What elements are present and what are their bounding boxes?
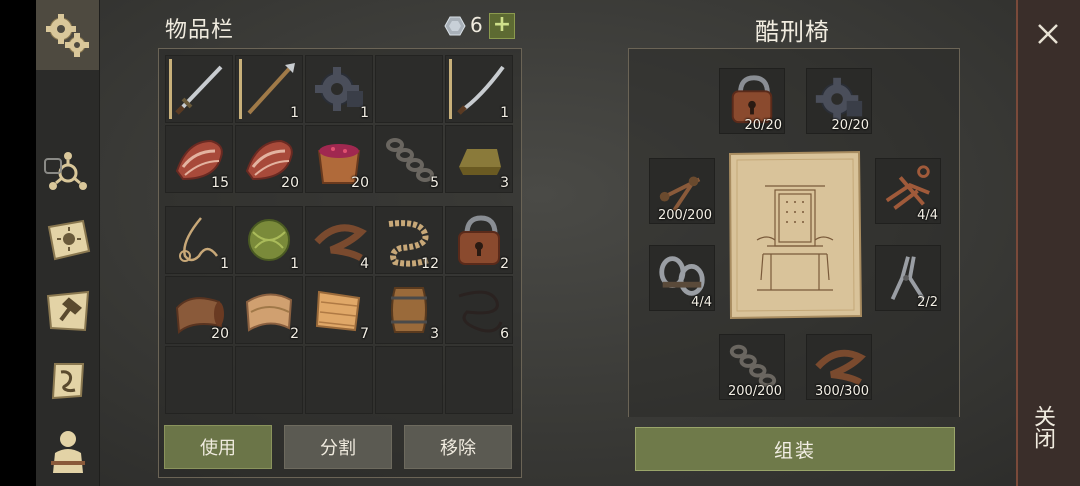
close-icon[interactable]: [1034, 20, 1062, 48]
recipe-ingredient-slot[interactable]: 200/200: [719, 334, 785, 400]
item-count: 4: [360, 256, 369, 272]
gears-icon[interactable]: [42, 8, 94, 60]
inventory-slot-empty[interactable]: [165, 346, 233, 414]
chain-icon: [386, 138, 434, 182]
ingredient-count: 200/200: [727, 384, 782, 399]
inventory-slot[interactable]: 15: [165, 125, 233, 193]
barrel-icon: [391, 287, 427, 333]
item-count: 2: [290, 326, 299, 342]
inventory-slot-empty[interactable]: [305, 346, 373, 414]
inventory-slot[interactable]: 1: [305, 55, 373, 123]
inventory-slot-empty[interactable]: [445, 346, 513, 414]
inventory-slot[interactable]: 1: [165, 206, 233, 274]
item-count: 5: [430, 175, 439, 191]
network-icon[interactable]: [42, 145, 94, 197]
inventory-slot[interactable]: 5: [375, 125, 443, 193]
ingredient-count: 2/2: [917, 295, 938, 310]
rope-coil-icon: [179, 217, 219, 262]
inventory-slot[interactable]: 3: [375, 276, 443, 344]
padlock-icon: [458, 215, 500, 265]
inventory-slot[interactable]: 2: [445, 206, 513, 274]
inventory-slot[interactable]: 20: [305, 125, 373, 193]
close-label[interactable]: 关闭: [1030, 405, 1058, 449]
fabric-icon: [315, 290, 361, 332]
item-count: 7: [360, 326, 369, 342]
recipe-ingredient-slot[interactable]: 20/20: [806, 68, 872, 134]
inventory-slot[interactable]: [165, 55, 233, 123]
crafting-map-icon[interactable]: [42, 285, 94, 337]
inventory-slot[interactable]: 1: [445, 55, 513, 123]
item-count: 1: [290, 105, 299, 121]
inventory-slot[interactable]: 2: [235, 276, 303, 344]
gem-currency-icon: [444, 16, 466, 36]
sun-book-icon[interactable]: [42, 214, 94, 266]
screen-edge: [0, 0, 36, 486]
inventory-slot[interactable]: 20: [235, 125, 303, 193]
ingredient-count: 20/20: [831, 118, 869, 133]
item-count: 6: [500, 326, 509, 342]
item-count: 20: [281, 175, 299, 191]
item-count: 12: [421, 256, 439, 272]
character-icon[interactable]: [42, 424, 94, 476]
thread-icon: [458, 290, 503, 333]
inventory-slot[interactable]: 20: [165, 276, 233, 344]
ingredient-count: 4/4: [917, 208, 938, 223]
item-count: 3: [430, 326, 439, 342]
spear-icon: [247, 63, 295, 115]
item-count: 1: [290, 256, 299, 272]
item-count: 1: [220, 256, 229, 272]
ingredient-count: 4/4: [691, 295, 712, 310]
item-count: 3: [500, 175, 509, 191]
sword-icon: [175, 65, 223, 115]
inventory-slot-empty[interactable]: [235, 346, 303, 414]
item-count: 15: [211, 175, 229, 191]
ingredient-count: 20/20: [744, 118, 782, 133]
recipe-ingredient-slot[interactable]: 200/200: [649, 158, 715, 224]
item-count: 20: [211, 326, 229, 342]
ingot-icon: [459, 149, 501, 175]
sidebar: [36, 0, 100, 486]
recipe-ingredient-slot[interactable]: 4/4: [875, 158, 941, 224]
inventory-grid-top: 1 1 1 15 20 20 5 3: [165, 55, 513, 193]
item-count: 1: [360, 105, 369, 121]
leather-strip-icon: [314, 224, 367, 262]
inventory-grid-bottom: 1 1 4 12 2 20 2 7 3 6: [165, 206, 513, 414]
inventory-slot[interactable]: 6: [445, 276, 513, 344]
split-button[interactable]: 分割: [284, 425, 392, 469]
gem-count: 6: [470, 13, 483, 37]
inventory-slot[interactable]: 3: [445, 125, 513, 193]
inventory-slot-empty[interactable]: [375, 55, 443, 123]
cloth-icon: [245, 293, 293, 332]
recipe-ingredient-slot[interactable]: 4/4: [649, 245, 715, 311]
recipe-ingredient-slot[interactable]: 20/20: [719, 68, 785, 134]
recipe-ingredient-slot[interactable]: 300/300: [806, 334, 872, 400]
recipe-title: 酷刑椅: [755, 18, 830, 46]
add-currency-button[interactable]: +: [489, 13, 515, 39]
quest-scroll-icon[interactable]: [42, 355, 94, 407]
inventory-slot[interactable]: 1: [235, 206, 303, 274]
ingredient-count: 200/200: [657, 208, 712, 223]
torture-chair-blueprint: [728, 150, 863, 320]
inventory-slot[interactable]: 7: [305, 276, 373, 344]
item-count: 20: [351, 175, 369, 191]
inventory-slot[interactable]: 12: [375, 206, 443, 274]
item-count: 1: [500, 105, 509, 121]
sabre-icon: [457, 65, 505, 115]
assemble-button[interactable]: 组装: [635, 427, 955, 471]
ingredient-count: 300/300: [814, 384, 869, 399]
item-count: 2: [500, 256, 509, 272]
recipe-ingredient-slot[interactable]: 2/2: [875, 245, 941, 311]
inventory-slot[interactable]: 1: [235, 55, 303, 123]
remove-button[interactable]: 移除: [404, 425, 512, 469]
fiber-ball-icon: [248, 219, 290, 261]
inventory-title: 物品栏: [165, 18, 235, 43]
gear-part-icon: [315, 67, 363, 111]
inventory-slot-empty[interactable]: [375, 346, 443, 414]
use-button[interactable]: 使用: [164, 425, 272, 469]
inventory-slot[interactable]: 4: [305, 206, 373, 274]
